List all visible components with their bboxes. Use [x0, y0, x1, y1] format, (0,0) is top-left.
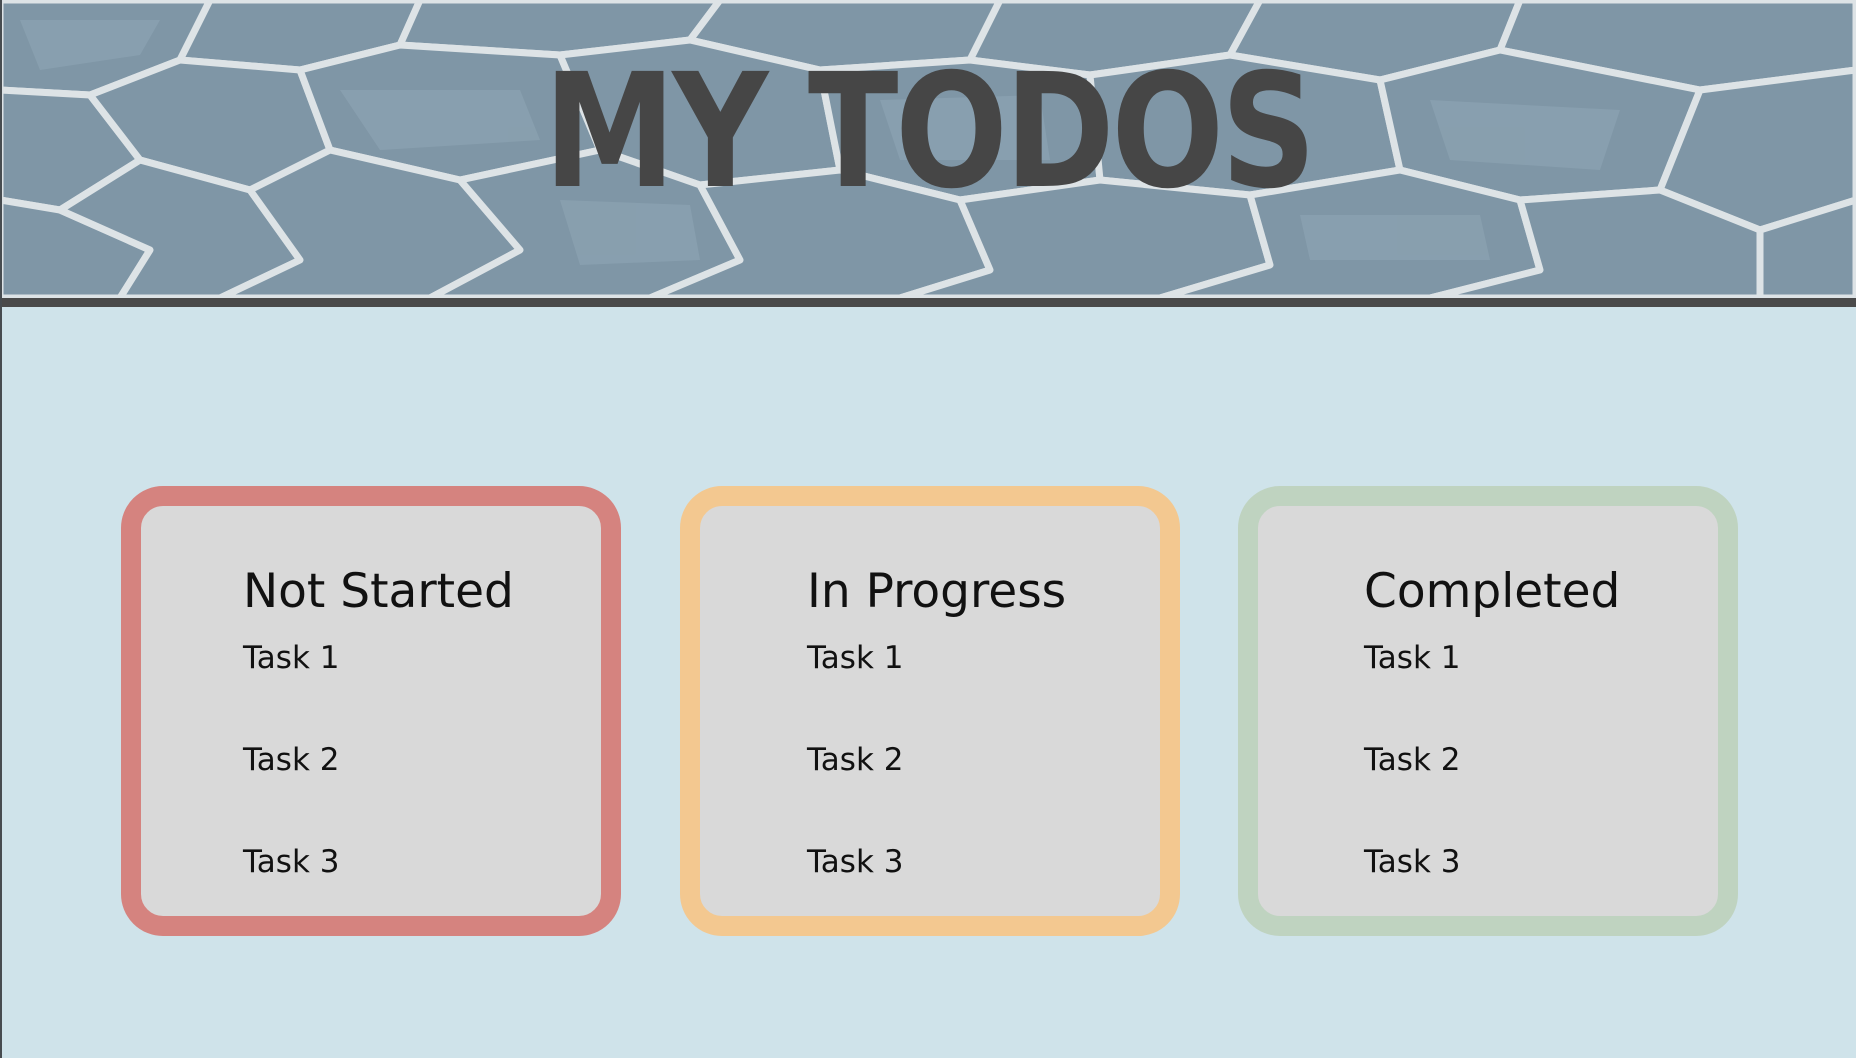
page-title: MY TODOS	[543, 40, 1317, 224]
column-in-progress: In Progress Task 1 Task 2 Task 3	[680, 486, 1180, 936]
header-divider	[0, 298, 1856, 307]
task-item[interactable]: Task 3	[807, 842, 903, 944]
task-item[interactable]: Task 1	[807, 638, 903, 740]
column-title: In Progress	[807, 564, 1067, 619]
column-completed: Completed Task 1 Task 2 Task 3	[1238, 486, 1738, 936]
task-list: Task 1 Task 2 Task 3	[807, 638, 903, 944]
task-list: Task 1 Task 2 Task 3	[1364, 638, 1460, 944]
task-item[interactable]: Task 2	[243, 740, 339, 842]
task-item[interactable]: Task 2	[1364, 740, 1460, 842]
column-title: Not Started	[243, 564, 514, 619]
column-title: Completed	[1364, 564, 1621, 619]
task-item[interactable]: Task 1	[1364, 638, 1460, 740]
task-item[interactable]: Task 1	[243, 638, 339, 740]
task-item[interactable]: Task 3	[243, 842, 339, 944]
task-item[interactable]: Task 3	[1364, 842, 1460, 944]
header-banner: MY TODOS	[0, 0, 1856, 298]
task-list: Task 1 Task 2 Task 3	[243, 638, 339, 944]
task-item[interactable]: Task 2	[807, 740, 903, 842]
column-not-started: Not Started Task 1 Task 2 Task 3	[121, 486, 621, 936]
left-edge-border	[0, 0, 2, 1058]
